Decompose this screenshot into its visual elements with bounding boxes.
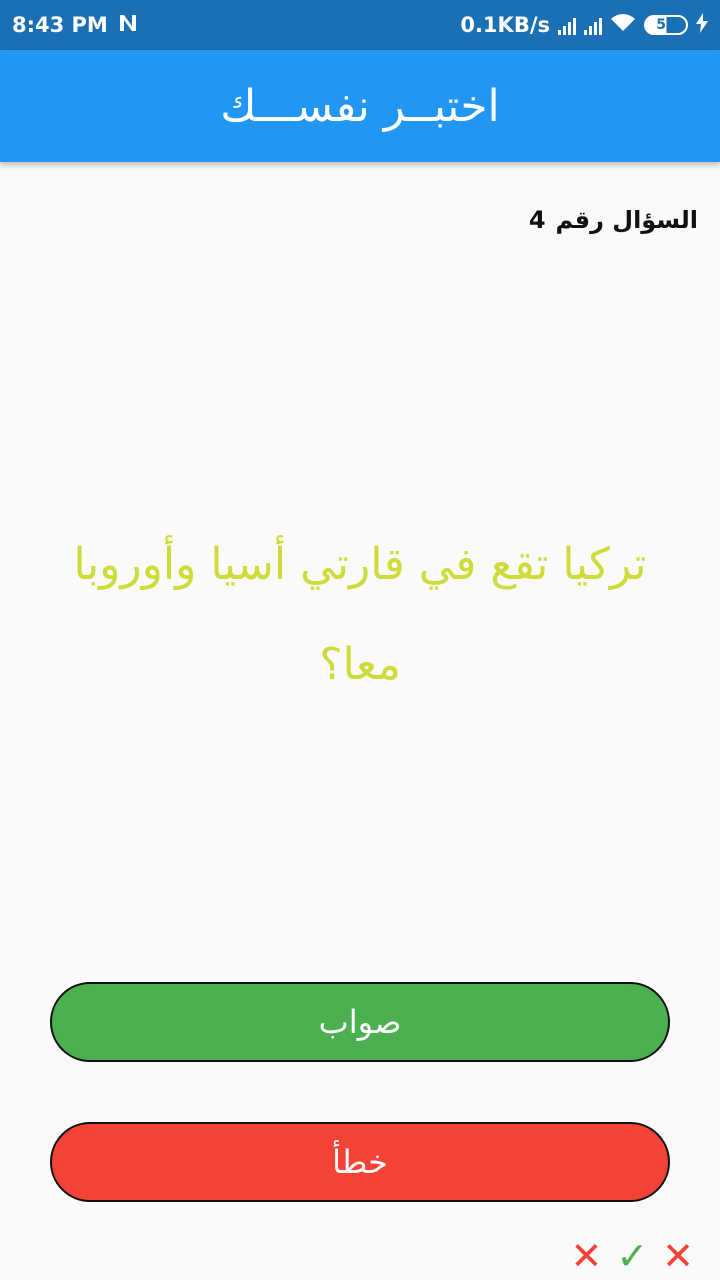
app-bar: اختبــر نفســـك <box>0 50 720 162</box>
close-icon: ✕ <box>662 1234 694 1278</box>
wifi-icon <box>610 13 636 38</box>
notification-n-icon <box>118 13 138 38</box>
status-left: 8:43 PM <box>12 13 138 38</box>
check-icon: ✓ <box>616 1234 649 1278</box>
true-button-label: صواب <box>318 1003 402 1041</box>
battery-icon: 51 <box>644 15 688 35</box>
status-bar: 8:43 PM 0.1KB/s 51 <box>0 0 720 50</box>
true-button[interactable]: صواب <box>50 982 670 1062</box>
status-time: 8:43 PM <box>12 13 108 37</box>
app-title: اختبــر نفســـك <box>220 80 500 132</box>
signal-icon <box>558 15 576 35</box>
signal-icon-2 <box>584 15 602 35</box>
question-number: السؤال رقم 4 <box>529 206 698 234</box>
false-button[interactable]: خطأ <box>50 1122 670 1202</box>
question-number-value: 4 <box>528 206 546 234</box>
question-text: تركيا تقع في قارتي أسيا وأوروبا معا؟ <box>73 539 647 690</box>
close-icon: ✕ <box>570 1234 603 1278</box>
network-speed: 0.1KB/s <box>460 13 550 37</box>
false-button-label: خطأ <box>332 1143 388 1181</box>
charging-icon <box>696 12 708 38</box>
status-right: 0.1KB/s 51 <box>460 12 708 38</box>
score-keeper: ✕ ✓ ✕ <box>570 1236 694 1276</box>
question-number-label: السؤال رقم <box>555 206 698 234</box>
